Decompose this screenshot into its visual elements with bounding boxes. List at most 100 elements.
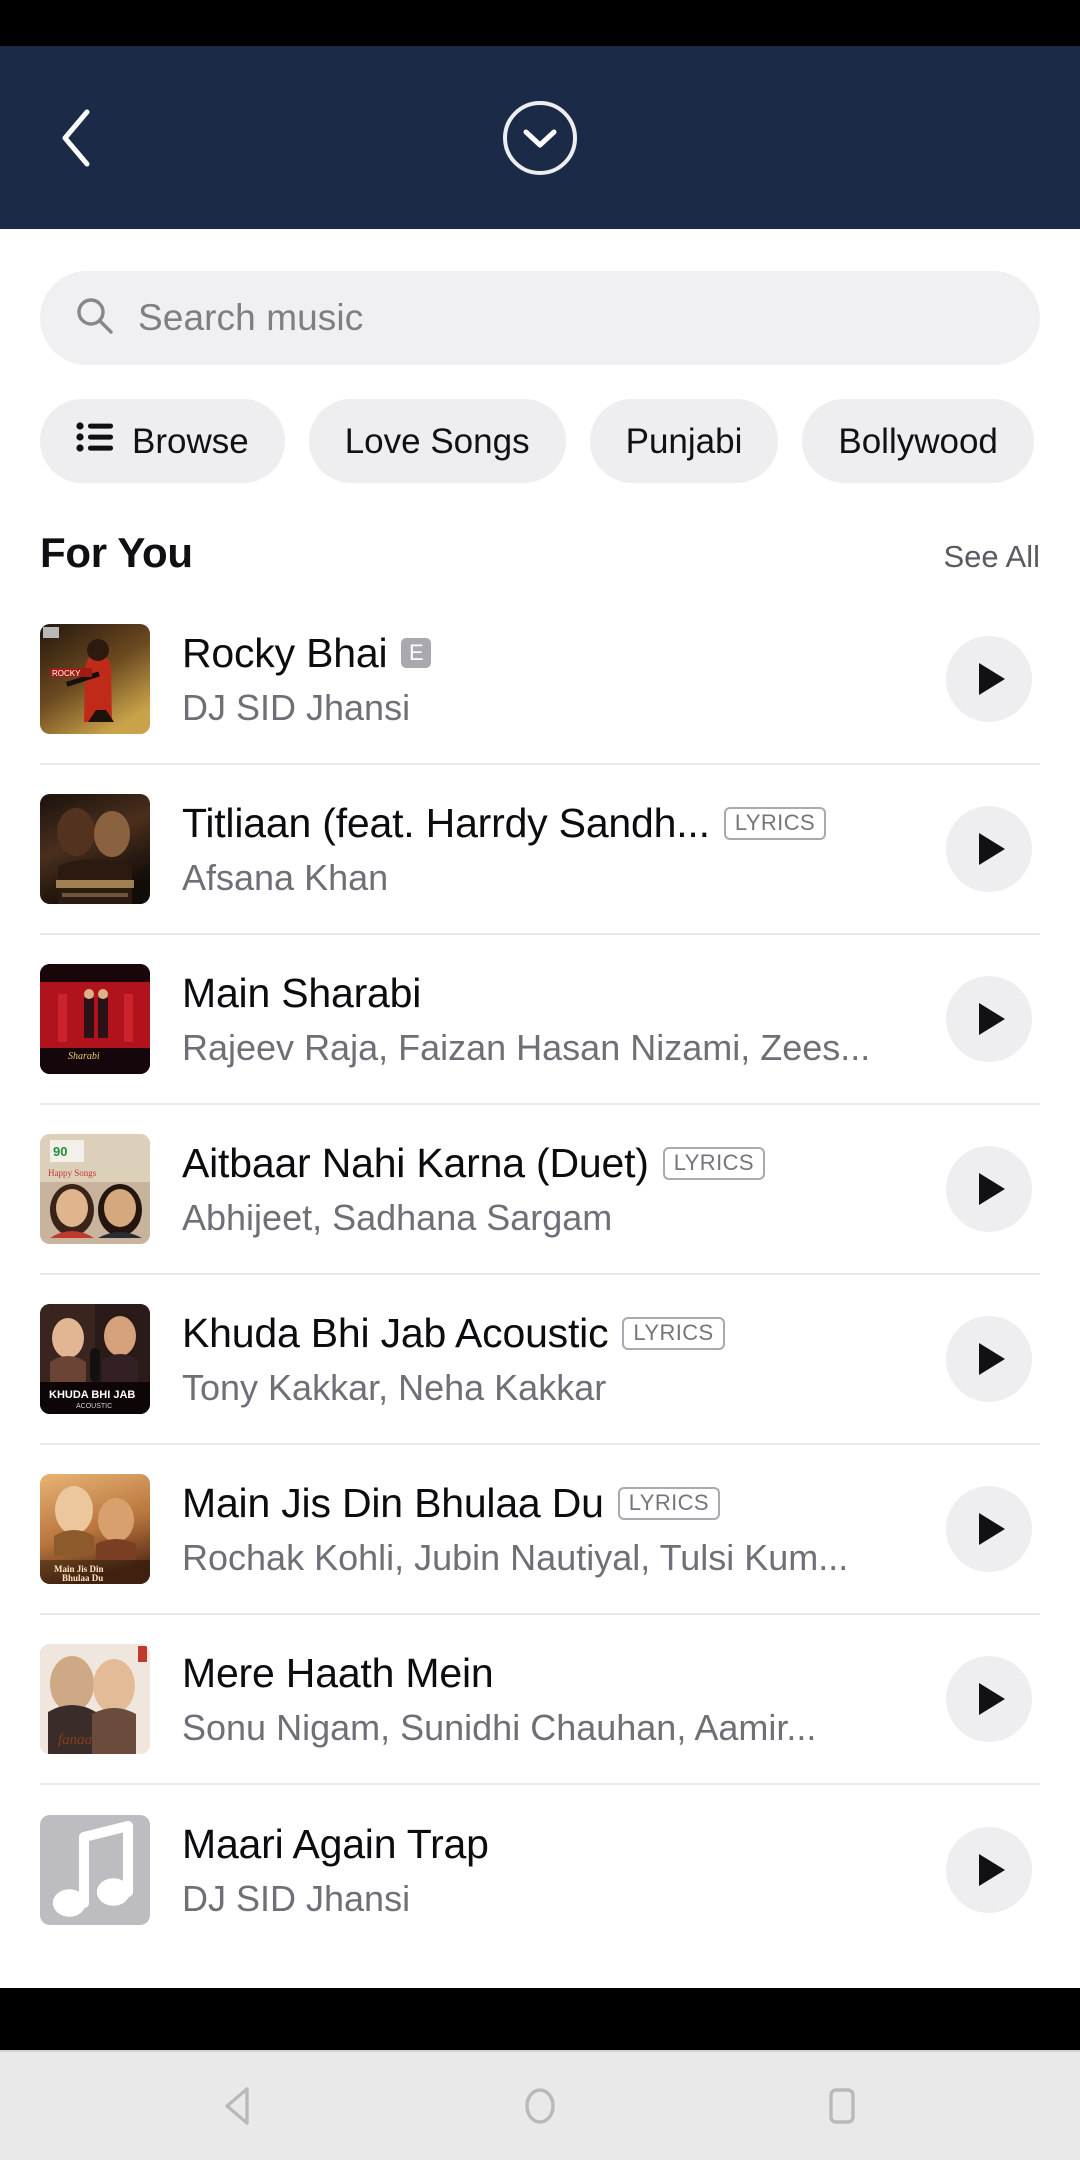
list-item[interactable]: ROCKY Rocky Bhai E DJ SID Jhansi — [40, 595, 1040, 765]
song-artist: DJ SID Jhansi — [182, 1878, 411, 1920]
album-art: Main Jis Din Bhulaa Du — [40, 1474, 150, 1584]
song-artist: Sonu Nigam, Sunidhi Chauhan, Aamir... — [182, 1707, 817, 1749]
chip-punjabi[interactable]: Punjabi — [589, 399, 779, 483]
play-button[interactable] — [946, 1146, 1032, 1232]
svg-text:Sharabi: Sharabi — [68, 1051, 100, 1062]
song-info: Main Sharabi Rajeev Raja, Faizan Hasan N… — [182, 968, 926, 1069]
page-title: For You — [40, 529, 193, 576]
list-icon — [76, 421, 114, 462]
phone-screen: Search music Browse Love Songs Punjabi B… — [0, 0, 1080, 2160]
play-button[interactable] — [946, 1656, 1032, 1742]
content-area: Search music Browse Love Songs Punjabi B… — [0, 229, 1080, 1988]
status-badge: LYRICS — [723, 806, 827, 840]
play-icon — [971, 1511, 1008, 1547]
collapse-button[interactable] — [503, 100, 577, 175]
album-art: Sharabi — [40, 964, 150, 1074]
search-section: Search music — [0, 229, 1080, 365]
list-item[interactable]: Maari Again Trap DJ SID Jhansi — [40, 1785, 1040, 1955]
status-bar — [0, 0, 1080, 46]
chip-browse[interactable]: Browse — [40, 399, 285, 483]
title-line: Main Sharabi — [182, 968, 926, 1018]
title-line: Khuda Bhi Jab Acoustic LYRICS — [182, 1308, 926, 1358]
song-title: Rocky Bhai — [182, 630, 388, 677]
title-line: Titliaan (feat. Harrdy Sandh... LYRICS — [182, 798, 926, 848]
song-info: Maari Again Trap DJ SID Jhansi — [182, 1819, 926, 1920]
back-button[interactable] — [42, 103, 112, 173]
title-line: Mere Haath Mein — [182, 1648, 926, 1698]
play-button[interactable] — [946, 976, 1032, 1062]
see-all-link[interactable]: See All — [943, 539, 1040, 575]
play-icon — [971, 1001, 1008, 1037]
play-button[interactable] — [946, 1827, 1032, 1913]
song-info: Main Jis Din Bhulaa Du LYRICS Rochak Koh… — [182, 1478, 926, 1579]
album-art — [40, 794, 150, 904]
song-info: Mere Haath Mein Sonu Nigam, Sunidhi Chau… — [182, 1648, 926, 1749]
list-item[interactable]: 90 Happy Songs Aitbaar Nahi Karna (Duet)… — [40, 1105, 1040, 1275]
song-info: Titliaan (feat. Harrdy Sandh... LYRICS A… — [182, 798, 926, 899]
list-item[interactable]: fanaa Mere Haath Mein Sonu Nigam, Sunidh… — [40, 1615, 1040, 1785]
song-artist: Rajeev Raja, Faizan Hasan Nizami, Zees..… — [182, 1027, 871, 1069]
song-title: Aitbaar Nahi Karna (Duet) — [182, 1140, 649, 1187]
chip-love-songs[interactable]: Love Songs — [308, 399, 566, 483]
title-line: Rocky Bhai E — [182, 628, 926, 678]
play-button[interactable] — [946, 636, 1032, 722]
play-icon — [971, 1171, 1008, 1207]
bottom-black-gap — [0, 1988, 1080, 2050]
svg-text:90: 90 — [53, 1144, 67, 1159]
song-title: Main Jis Din Bhulaa Du — [182, 1480, 604, 1527]
svg-text:fanaa: fanaa — [58, 1732, 92, 1748]
android-nav-bar — [0, 2050, 1080, 2160]
play-icon — [971, 1852, 1008, 1888]
nav-home-button[interactable] — [495, 2061, 585, 2151]
list-item[interactable]: Main Jis Din Bhulaa Du Main Jis Din Bhul… — [40, 1445, 1040, 1615]
nav-recents-button[interactable] — [797, 2061, 887, 2151]
status-badge: E — [401, 638, 432, 669]
svg-text:KHUDA BHI JAB: KHUDA BHI JAB — [49, 1389, 135, 1401]
song-artist: DJ SID Jhansi — [182, 687, 411, 729]
status-badge: LYRICS — [622, 1316, 725, 1350]
chip-label: Browse — [132, 421, 249, 461]
status-badge: LYRICS — [662, 1146, 765, 1180]
section-header: For You See All — [0, 483, 1080, 595]
song-title: Khuda Bhi Jab Acoustic — [182, 1310, 609, 1357]
list-item[interactable]: Sharabi Main Sharabi Rajeev Raja, Faizan… — [40, 935, 1040, 1105]
play-icon — [971, 1681, 1008, 1717]
music-note-icon — [40, 1815, 150, 1925]
chip-bollywood[interactable]: Bollywood — [802, 399, 1034, 483]
chevron-down-circle-icon — [521, 126, 559, 150]
play-icon — [971, 1341, 1008, 1377]
svg-text:ACOUSTIC: ACOUSTIC — [76, 1403, 112, 1410]
song-title: Mere Haath Mein — [182, 1650, 494, 1697]
song-info: Khuda Bhi Jab Acoustic LYRICS Tony Kakka… — [182, 1308, 926, 1409]
play-button[interactable] — [946, 806, 1032, 892]
list-item[interactable]: Titliaan (feat. Harrdy Sandh... LYRICS A… — [40, 765, 1040, 935]
album-art: fanaa — [40, 1644, 150, 1754]
play-icon — [971, 661, 1008, 697]
play-button[interactable] — [946, 1316, 1032, 1402]
song-title: Maari Again Trap — [182, 1821, 489, 1868]
song-title: Titliaan (feat. Harrdy Sandh... — [182, 800, 710, 847]
album-art: ROCKY — [40, 624, 150, 734]
recents-square-icon — [825, 2085, 859, 2127]
home-circle-icon — [521, 2085, 559, 2127]
play-button[interactable] — [946, 1486, 1032, 1572]
song-artist: Afsana Khan — [182, 857, 389, 899]
title-line: Main Jis Din Bhulaa Du LYRICS — [182, 1478, 926, 1528]
title-line: Maari Again Trap — [182, 1819, 926, 1869]
search-bar[interactable]: Search music — [40, 271, 1040, 365]
album-art: 90 Happy Songs — [40, 1134, 150, 1244]
album-art: KHUDA BHI JAB ACOUSTIC — [40, 1304, 150, 1414]
app-header — [0, 46, 1080, 229]
filter-chips-row[interactable]: Browse Love Songs Punjabi Bollywood — [0, 365, 1080, 483]
search-input[interactable]: Search music — [138, 297, 363, 339]
album-art-placeholder — [40, 1815, 150, 1925]
song-info: Aitbaar Nahi Karna (Duet) LYRICS Abhijee… — [182, 1138, 926, 1239]
search-icon — [74, 295, 116, 342]
nav-back-button[interactable] — [193, 2061, 283, 2151]
chip-label: Love Songs — [344, 421, 530, 461]
back-triangle-icon — [218, 2085, 258, 2127]
svg-text:Bhulaa Du: Bhulaa Du — [62, 1573, 103, 1583]
list-item[interactable]: KHUDA BHI JAB ACOUSTIC Khuda Bhi Jab Aco… — [40, 1275, 1040, 1445]
chip-label: Punjabi — [625, 421, 743, 461]
title-line: Aitbaar Nahi Karna (Duet) LYRICS — [182, 1138, 926, 1188]
